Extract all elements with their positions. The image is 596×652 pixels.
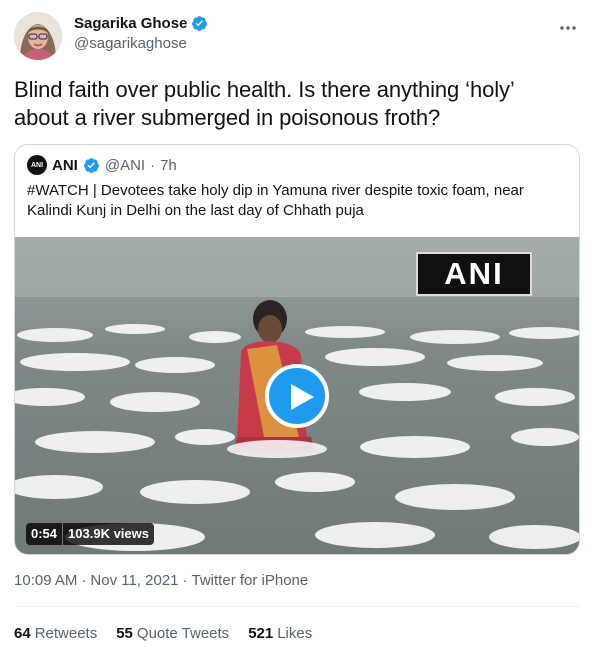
retweets-stat[interactable]: 64 Retweets: [14, 625, 97, 642]
play-icon: [291, 384, 314, 410]
author-name[interactable]: Sagarika Ghose: [74, 15, 187, 32]
timestamp-separator: ·: [81, 572, 87, 589]
retweets-label: Retweets: [34, 625, 98, 642]
quoted-header: ANI ANI @ANI · 7h: [27, 155, 177, 175]
avatar-image: [14, 12, 62, 60]
quoted-separator: ·: [150, 156, 156, 174]
quote-tweets-stat[interactable]: 55 Quote Tweets: [116, 625, 229, 642]
video-duration: 0:54: [31, 526, 58, 541]
tweet-header: Sagarika Ghose @sagarikaghose: [14, 12, 582, 62]
video-views: 103.9K views: [62, 523, 154, 545]
tweet-stats: 64 Retweets 55 Quote Tweets 521 Likes: [14, 625, 312, 642]
tweet-source: Twitter for iPhone: [191, 572, 309, 589]
tweet-date[interactable]: Nov 11, 2021: [90, 572, 178, 589]
quoted-text: #WATCH | Devotees take holy dip in Yamun…: [27, 182, 524, 219]
likes-stat[interactable]: 521 Likes: [248, 625, 312, 642]
quoted-tweet[interactable]: ANI ANI @ANI · 7h #WATCH | Devotees take…: [14, 144, 580, 555]
tweet-timestamp: 10:09 AM · Nov 11, 2021 · Twitter for iP…: [14, 572, 308, 589]
ani-watermark: ANI: [416, 252, 532, 296]
tweet-text: Blind faith over public health. Is there…: [14, 77, 514, 130]
quoted-avatar: ANI: [27, 155, 47, 175]
divider: [14, 606, 580, 607]
author-handle[interactable]: @sagarikaghose: [74, 35, 208, 52]
retweets-count: 64: [14, 625, 31, 642]
likes-count: 521: [248, 625, 274, 642]
quote-tweets-label: Quote Tweets: [136, 625, 230, 642]
author-info: Sagarika Ghose @sagarikaghose: [74, 15, 208, 52]
quoted-handle: @ANI: [104, 156, 146, 174]
verified-badge-icon: [83, 157, 99, 173]
likes-label: Likes: [277, 625, 313, 642]
tweet-time[interactable]: 10:09 AM: [14, 572, 77, 589]
quoted-time: 7h: [160, 156, 177, 174]
quoted-name: ANI: [52, 156, 78, 174]
more-dots-icon[interactable]: [558, 18, 578, 38]
author-avatar[interactable]: [14, 12, 62, 60]
timestamp-separator: ·: [182, 572, 188, 589]
verified-badge-icon: [192, 16, 208, 31]
video-badges: 0:54 103.9K views: [26, 523, 154, 545]
video-player[interactable]: ANI 0:54 103.9K views: [15, 237, 579, 554]
play-button[interactable]: [265, 364, 329, 428]
name-row: Sagarika Ghose: [74, 15, 208, 32]
quote-tweets-count: 55: [116, 625, 133, 642]
